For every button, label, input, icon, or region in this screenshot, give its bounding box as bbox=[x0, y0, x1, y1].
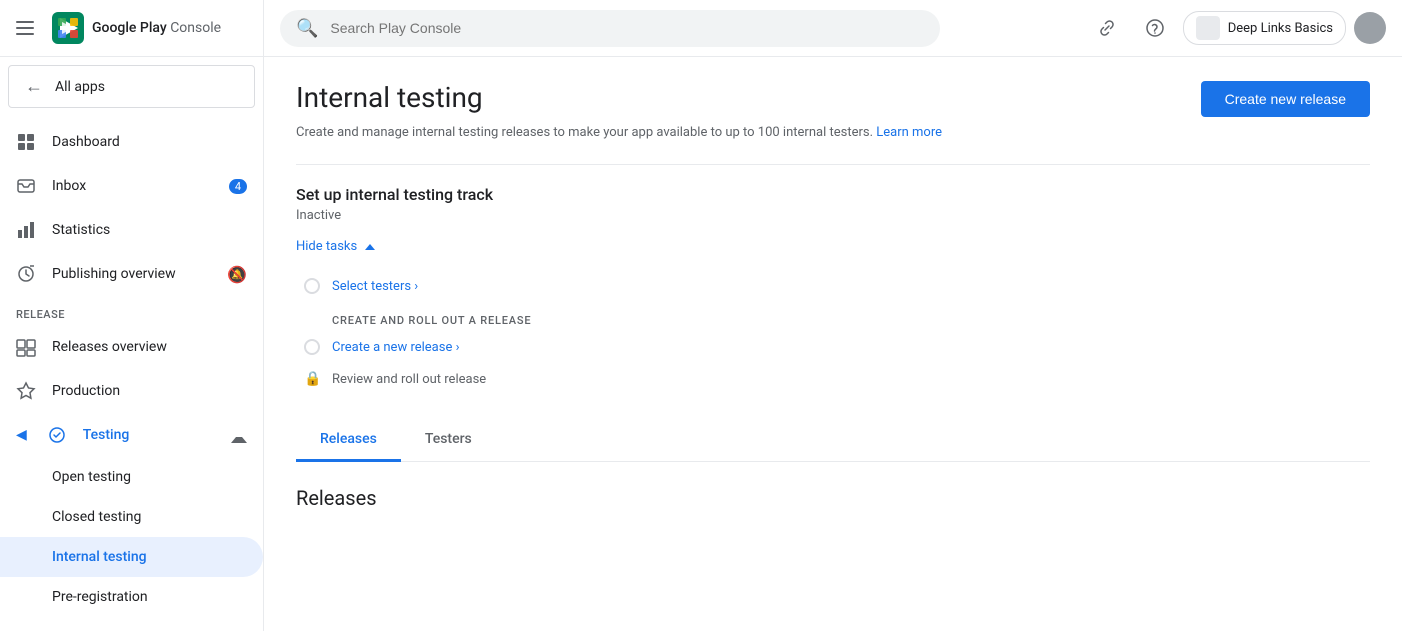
task-review-rollout: 🔒 Review and roll out release bbox=[304, 363, 1370, 395]
inbox-icon bbox=[16, 176, 36, 196]
hide-tasks-button[interactable]: Hide tasks bbox=[296, 239, 1370, 254]
back-arrow-icon: ← bbox=[25, 76, 43, 97]
status-badge: Inactive bbox=[296, 208, 1370, 223]
search-input[interactable] bbox=[330, 20, 924, 36]
task-circle-icon bbox=[304, 278, 320, 294]
learn-more-link[interactable]: Learn more bbox=[876, 125, 942, 140]
page-header: Internal testing Create new release bbox=[296, 81, 1370, 117]
create-release-section-label: CREATE AND ROLL OUT A RELEASE bbox=[332, 314, 1370, 327]
dashboard-icon bbox=[16, 132, 36, 152]
help-icon bbox=[1145, 18, 1165, 38]
user-avatar[interactable] bbox=[1354, 12, 1386, 44]
all-apps-label: All apps bbox=[55, 79, 105, 95]
releases-section-title: Releases bbox=[296, 486, 1370, 510]
setup-section-title: Set up internal testing track bbox=[296, 185, 1370, 204]
app-chip[interactable]: Deep Links Basics bbox=[1183, 11, 1346, 45]
link-icon bbox=[1097, 18, 1117, 38]
releases-overview-label: Releases overview bbox=[52, 339, 167, 355]
hide-tasks-label: Hide tasks bbox=[296, 239, 357, 254]
testing-expand-arrow bbox=[231, 427, 247, 443]
tab-releases[interactable]: Releases bbox=[296, 419, 401, 462]
releases-overview-icon bbox=[16, 337, 36, 357]
statistics-icon bbox=[16, 220, 36, 240]
lock-icon: 🔒 bbox=[304, 371, 320, 387]
sidebar-header: Google Play Console bbox=[0, 0, 263, 57]
sidebar-item-inbox[interactable]: Inbox 4 bbox=[0, 164, 263, 208]
publishing-overview-label: Publishing overview bbox=[52, 266, 176, 282]
top-bar-actions: Deep Links Basics bbox=[1087, 8, 1386, 48]
link-icon-button[interactable] bbox=[1087, 8, 1127, 48]
all-apps-button[interactable]: ← All apps bbox=[8, 65, 255, 108]
release-section-label: Release bbox=[0, 296, 263, 325]
task-select-testers: Select testers › bbox=[304, 270, 1370, 302]
top-bar: 🔍 Deep Links Basics bbox=[264, 0, 1402, 57]
page-description: Create and manage internal testing relea… bbox=[296, 125, 1370, 140]
task-circle-create-icon bbox=[304, 339, 320, 355]
dashboard-label: Dashboard bbox=[52, 134, 120, 150]
search-icon: 🔍 bbox=[296, 18, 318, 39]
tab-testers[interactable]: Testers bbox=[401, 419, 496, 462]
search-bar[interactable]: 🔍 bbox=[280, 10, 940, 47]
page-title: Internal testing bbox=[296, 81, 483, 115]
internal-testing-label: Internal testing bbox=[52, 549, 147, 565]
select-testers-link[interactable]: Select testers › bbox=[332, 279, 418, 294]
sidebar-item-testing[interactable]: ◀ Testing bbox=[0, 413, 263, 457]
sidebar-item-open-testing[interactable]: Open testing bbox=[0, 457, 263, 497]
play-console-logo-icon bbox=[52, 12, 84, 44]
testing-icon bbox=[47, 425, 67, 445]
closed-testing-label: Closed testing bbox=[52, 509, 141, 525]
create-new-release-button[interactable]: Create new release bbox=[1201, 81, 1370, 117]
main-content: Internal testing Create new release Crea… bbox=[264, 57, 1402, 631]
statistics-label: Statistics bbox=[52, 222, 110, 238]
sidebar-item-internal-testing[interactable]: Internal testing bbox=[0, 537, 263, 577]
sidebar-item-pre-registration[interactable]: Pre-registration bbox=[0, 577, 263, 617]
chevron-up-icon bbox=[365, 244, 375, 250]
content-tabs: Releases Testers bbox=[296, 419, 1370, 462]
app-name-label: Deep Links Basics bbox=[1228, 21, 1333, 36]
inbox-label: Inbox bbox=[52, 178, 86, 194]
help-icon-button[interactable] bbox=[1135, 8, 1175, 48]
pre-registration-label: Pre-registration bbox=[52, 589, 148, 605]
sidebar-item-dashboard[interactable]: Dashboard bbox=[0, 120, 263, 164]
main-wrapper: 🔍 Deep Links Basics Internal testing Cre… bbox=[264, 0, 1402, 631]
sidebar-nav: Dashboard Inbox 4 Statistics Publishing … bbox=[0, 116, 263, 631]
open-testing-label: Open testing bbox=[52, 469, 131, 485]
production-icon bbox=[16, 381, 36, 401]
sidebar-item-production[interactable]: Production bbox=[0, 369, 263, 413]
sidebar-item-statistics[interactable]: Statistics bbox=[0, 208, 263, 252]
create-release-link[interactable]: Create a new release › bbox=[332, 340, 459, 355]
review-rollout-label: Review and roll out release bbox=[332, 372, 486, 387]
app-icon bbox=[1196, 16, 1220, 40]
sidebar-item-releases-overview[interactable]: Releases overview bbox=[0, 325, 263, 369]
testing-label: Testing bbox=[83, 427, 130, 443]
header-divider bbox=[296, 164, 1370, 165]
inbox-badge: 4 bbox=[229, 179, 247, 194]
production-label: Production bbox=[52, 383, 120, 399]
task-create-release: Create a new release › bbox=[304, 331, 1370, 363]
hamburger-menu[interactable] bbox=[16, 16, 40, 40]
sidebar: Google Play Console ← All apps Dashboard… bbox=[0, 0, 264, 631]
notification-off-icon: 🔕 bbox=[227, 265, 247, 284]
expand-left-icon: ◀ bbox=[16, 427, 27, 443]
sidebar-item-closed-testing[interactable]: Closed testing bbox=[0, 497, 263, 537]
task-list: Select testers › CREATE AND ROLL OUT A R… bbox=[304, 270, 1370, 395]
logo: Google Play Console bbox=[52, 12, 221, 44]
sidebar-item-publishing-overview[interactable]: Publishing overview 🔕 bbox=[0, 252, 263, 296]
logo-text: Google Play Console bbox=[92, 20, 221, 36]
publishing-overview-icon bbox=[16, 264, 36, 284]
